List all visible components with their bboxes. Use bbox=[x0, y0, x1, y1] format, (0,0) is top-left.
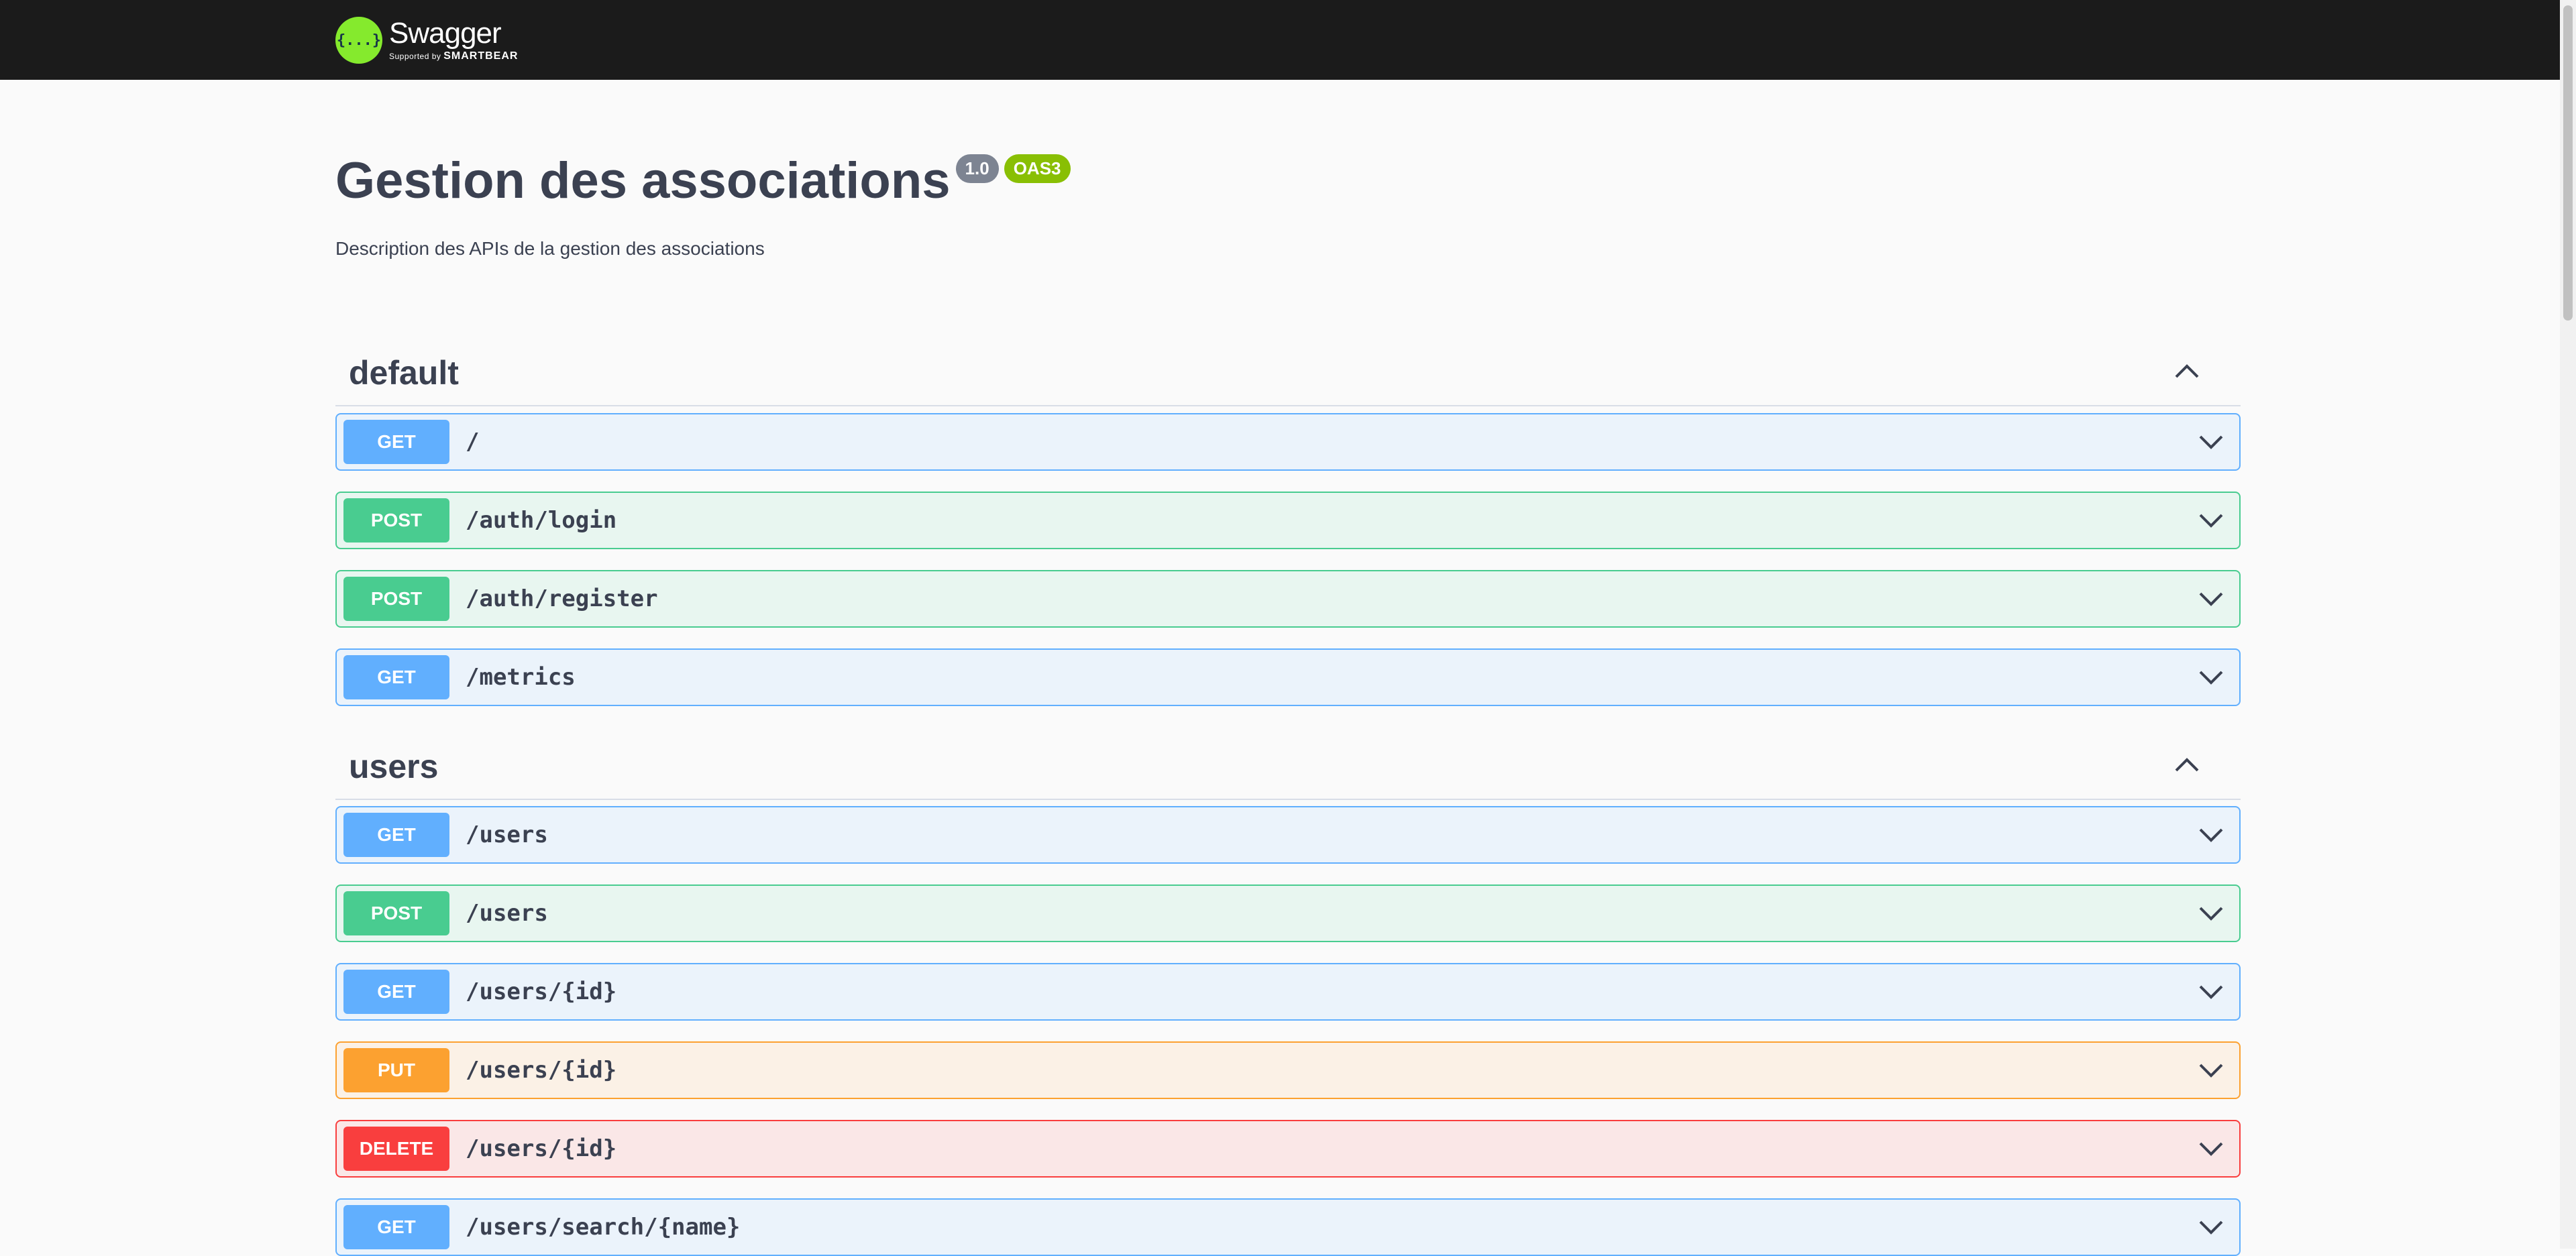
chevron-down-icon[interactable] bbox=[2198, 1139, 2224, 1158]
method-badge: GET bbox=[343, 813, 449, 857]
version-badge: 1.0 bbox=[955, 154, 999, 183]
logo-sub-brand: SMARTBEAR bbox=[443, 50, 519, 62]
topbar: {...} Swagger Supported by SMARTBEAR bbox=[0, 0, 2576, 80]
chevron-down-icon[interactable] bbox=[2198, 904, 2224, 923]
method-badge: POST bbox=[343, 577, 449, 621]
operation-path: / bbox=[466, 429, 480, 455]
operation-get-root[interactable]: GET / bbox=[335, 413, 2241, 471]
chevron-down-icon[interactable] bbox=[2198, 589, 2224, 608]
section-header-users[interactable]: users bbox=[335, 734, 2241, 800]
section-title: users bbox=[349, 748, 439, 785]
operation-path: /users/{id} bbox=[466, 1135, 617, 1162]
method-badge: POST bbox=[343, 891, 449, 935]
method-badge: POST bbox=[343, 498, 449, 543]
chevron-down-icon[interactable] bbox=[2198, 668, 2224, 687]
operation-delete-users-id[interactable]: DELETE /users/{id} bbox=[335, 1120, 2241, 1178]
operation-path: /users/{id} bbox=[466, 978, 617, 1005]
operation-path: /users bbox=[466, 821, 548, 848]
chevron-down-icon[interactable] bbox=[2198, 1061, 2224, 1080]
page-title: Gestion des associations bbox=[335, 152, 951, 209]
operation-post-auth-login[interactable]: POST /auth/login bbox=[335, 492, 2241, 549]
operation-get-metrics[interactable]: GET /metrics bbox=[335, 648, 2241, 706]
operation-path: /users/search/{name} bbox=[466, 1214, 741, 1241]
api-description: Description des APIs de la gestion des a… bbox=[335, 238, 765, 259]
method-badge: GET bbox=[343, 420, 449, 464]
logo-text: Swagger Supported by SMARTBEAR bbox=[389, 18, 518, 62]
title-row: Gestion des associations 1.0 OAS3 bbox=[335, 148, 1071, 215]
logo-subtitle: Supported by SMARTBEAR bbox=[389, 50, 518, 62]
swagger-logo-icon: {...} bbox=[335, 17, 382, 64]
operation-path: /auth/login bbox=[466, 507, 617, 534]
operation-get-users[interactable]: GET /users bbox=[335, 806, 2241, 864]
chevron-down-icon[interactable] bbox=[2198, 511, 2224, 530]
chevron-up-icon[interactable] bbox=[2174, 754, 2200, 775]
method-badge: GET bbox=[343, 655, 449, 699]
method-badge: PUT bbox=[343, 1048, 449, 1092]
section-title: default bbox=[349, 354, 459, 392]
chevron-up-icon[interactable] bbox=[2174, 361, 2200, 381]
method-badge: GET bbox=[343, 970, 449, 1014]
operation-path: /auth/register bbox=[466, 585, 658, 612]
chevron-down-icon[interactable] bbox=[2198, 982, 2224, 1001]
oas-badge: OAS3 bbox=[1004, 154, 1071, 183]
chevron-down-icon[interactable] bbox=[2198, 825, 2224, 844]
operation-get-users-id[interactable]: GET /users/{id} bbox=[335, 963, 2241, 1021]
logo-name: Swagger bbox=[389, 17, 502, 50]
page-scrollbar[interactable] bbox=[2560, 0, 2576, 1249]
chevron-down-icon[interactable] bbox=[2198, 1218, 2224, 1237]
method-badge: DELETE bbox=[343, 1127, 449, 1171]
operation-path: /users bbox=[466, 900, 548, 927]
api-info: Gestion des associations 1.0 OAS3 bbox=[335, 148, 1071, 215]
logo-sub-prefix: Supported by bbox=[389, 52, 441, 61]
section-header-default[interactable]: default bbox=[335, 341, 2241, 406]
chevron-down-icon[interactable] bbox=[2198, 433, 2224, 451]
swagger-logo[interactable]: {...} Swagger Supported by SMARTBEAR bbox=[335, 13, 518, 67]
operation-get-users-search-name[interactable]: GET /users/search/{name} bbox=[335, 1198, 2241, 1256]
operation-path: /users/{id} bbox=[466, 1057, 617, 1084]
operation-post-users[interactable]: POST /users bbox=[335, 884, 2241, 942]
scrollbar-thumb[interactable] bbox=[2563, 5, 2573, 321]
operation-path: /metrics bbox=[466, 664, 576, 691]
method-badge: GET bbox=[343, 1205, 449, 1249]
operation-put-users-id[interactable]: PUT /users/{id} bbox=[335, 1041, 2241, 1099]
operation-post-auth-register[interactable]: POST /auth/register bbox=[335, 570, 2241, 628]
